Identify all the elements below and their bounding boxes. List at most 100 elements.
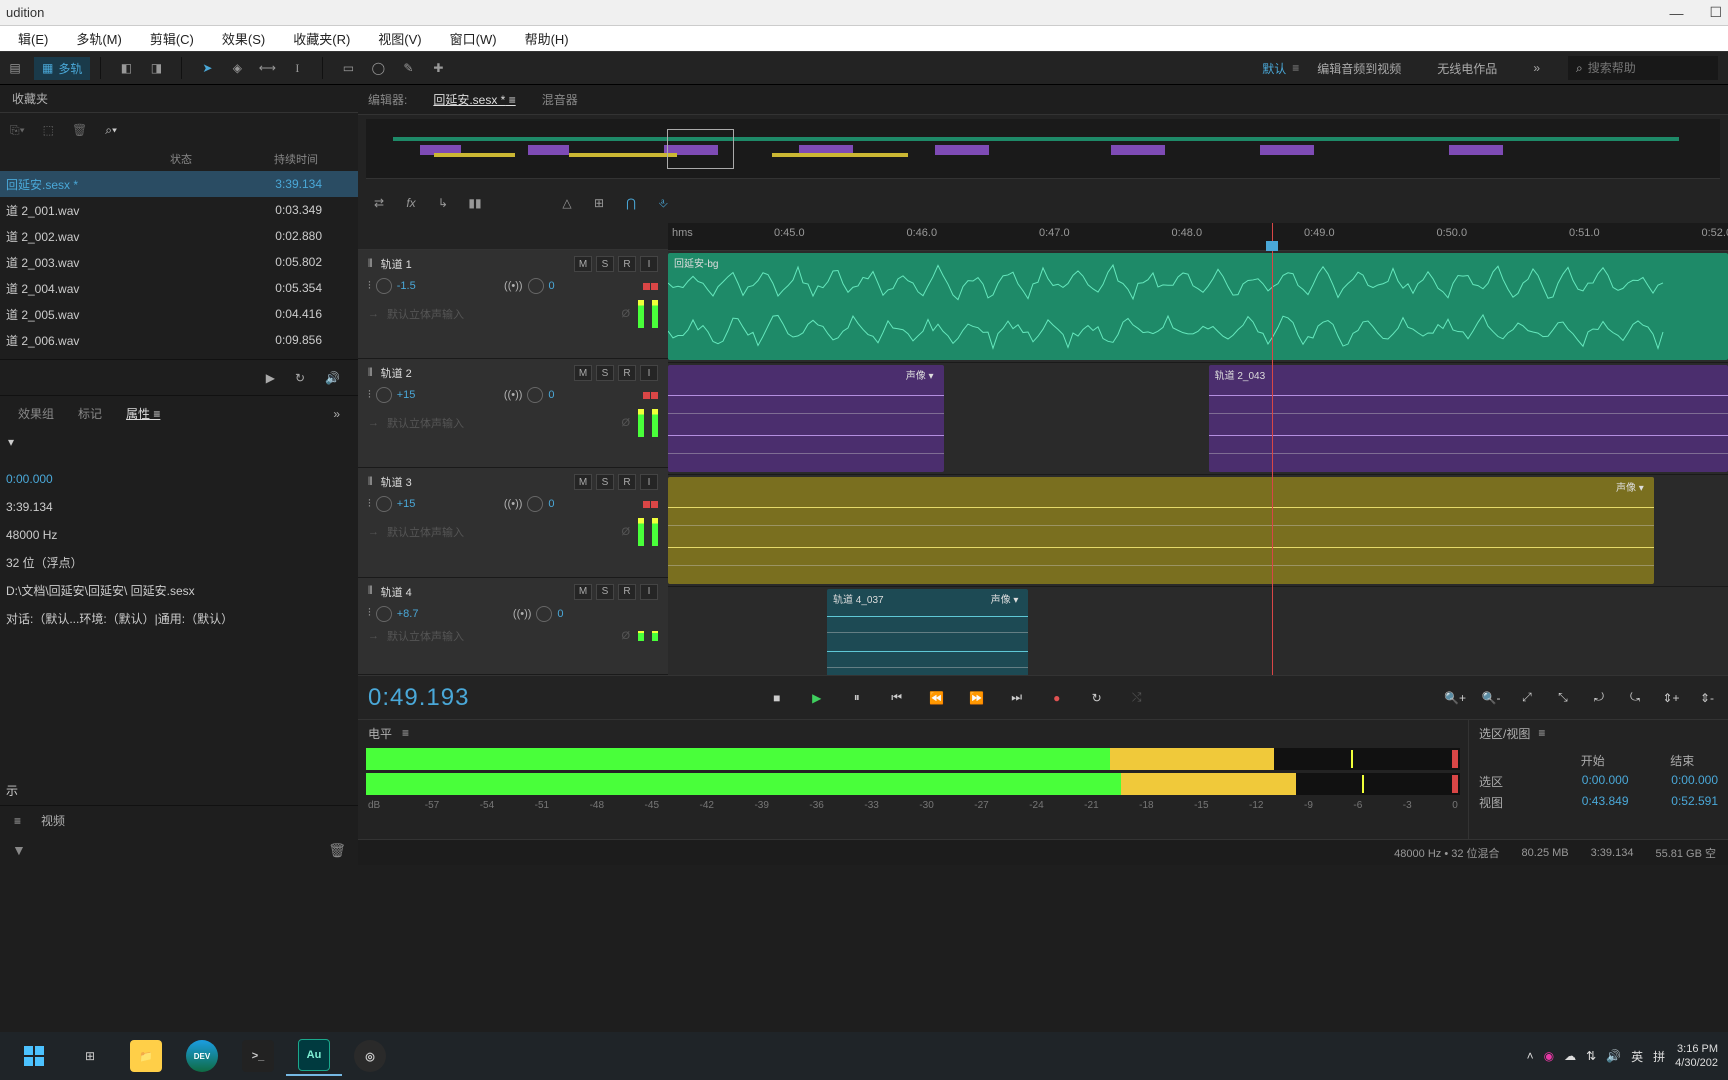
monitor-button[interactable]: I <box>640 474 658 490</box>
hamburger-icon[interactable]: ≡ <box>14 814 21 828</box>
loop-playback-icon[interactable]: ⇄ <box>368 192 390 214</box>
mixer-tab[interactable]: 混音器 <box>542 91 578 108</box>
mute-button[interactable]: M <box>574 584 592 600</box>
monitor-button[interactable]: I <box>640 256 658 272</box>
workspace-more[interactable]: » <box>1533 61 1540 75</box>
audio-clip[interactable]: 轨道 2_043 <box>1209 365 1728 472</box>
zoom-vert-out-icon[interactable]: ⇕- <box>1696 687 1718 709</box>
playhead-return-icon[interactable]: ⎀ <box>652 192 674 214</box>
audio-clip[interactable]: 声像 ▾ <box>668 477 1654 584</box>
open-recent-icon[interactable]: ⎘▾ <box>10 123 25 138</box>
audio-clip[interactable]: 声像 ▾ <box>668 365 944 472</box>
track-header-2[interactable]: ⫴轨道 2 M S R I ⫶+15 ((•))0 →默认立体声输入Ø <box>358 359 668 468</box>
filter-search-icon[interactable]: ⌕▾ <box>105 123 117 138</box>
arm-record-button[interactable]: R <box>618 474 636 490</box>
arm-record-button[interactable]: R <box>618 584 636 600</box>
menu-视图(V)[interactable]: 视图(V) <box>364 29 435 48</box>
mute-button[interactable]: M <box>574 365 592 381</box>
zoom-out-icon[interactable]: 🔍- <box>1480 687 1502 709</box>
record-button[interactable]: ● <box>1046 687 1068 709</box>
slip-tool[interactable]: ⟷ <box>252 55 282 81</box>
solo-button[interactable]: S <box>596 584 614 600</box>
minimize-button[interactable]: — <box>1669 5 1683 21</box>
track-header-4[interactable]: ⫴轨道 4 M S R I ⫶+8.7 ((•))0 →默认立体声输入Ø <box>358 578 668 675</box>
workspace-default[interactable]: 默认 <box>1262 60 1286 77</box>
file-row[interactable]: 道 2_006.wav0:09.856 <box>0 327 358 353</box>
tray-chevron-icon[interactable]: ˄ <box>1527 1049 1534 1063</box>
file-row[interactable]: 回延安.sesx *3:39.134 <box>0 171 358 197</box>
waveform-view-button[interactable]: ▤ <box>0 55 30 81</box>
loop-button[interactable]: ↻ <box>1086 687 1108 709</box>
track-header-3[interactable]: ⫴轨道 3 M S R I ⫶+15 ((•))0 →默认立体声输入Ø <box>358 468 668 577</box>
file-row[interactable]: 道 2_001.wav0:03.349 <box>0 197 358 223</box>
brush-tool[interactable]: ✎ <box>393 55 423 81</box>
dropdown-icon[interactable]: ▼ <box>12 842 26 858</box>
track-lane-3[interactable]: 声像 ▾ <box>668 475 1728 587</box>
audio-clip[interactable]: 轨道 4_037声像 ▾ <box>827 589 1028 675</box>
start-button[interactable] <box>6 1036 62 1076</box>
menu-效果(S)[interactable]: 效果(S) <box>208 29 279 48</box>
workspace-item-1[interactable]: 编辑音频到视频 <box>1317 60 1401 77</box>
preview-autoplay-icon[interactable]: 🔊 <box>325 371 340 385</box>
menu-辑(E)[interactable]: 辑(E) <box>4 29 62 48</box>
zoom-in-icon[interactable]: 🔍+ <box>1444 687 1466 709</box>
levels-menu-icon[interactable]: ≡ <box>402 726 409 740</box>
track-header-1[interactable]: ⫴轨道 1 M S R I ⫶-1.5 ((•))0 →默认立体声输入Ø <box>358 250 668 359</box>
go-to-start-button[interactable]: ⏮ <box>886 687 908 709</box>
taskbar-explorer[interactable]: 📁 <box>118 1036 174 1076</box>
tray-ime-lang[interactable]: 英 <box>1631 1048 1643 1065</box>
send-icon[interactable]: ↳ <box>432 192 454 214</box>
tray-volume-icon[interactable]: 🔊 <box>1606 1049 1621 1063</box>
spectral-toggle-icon[interactable]: ◨ <box>141 55 171 81</box>
razor-tool[interactable]: ◈ <box>222 55 252 81</box>
arm-record-button[interactable]: R <box>618 365 636 381</box>
time-ruler[interactable]: hms 0:45.00:46.00:47.00:48.00:49.00:50.0… <box>668 223 1728 251</box>
tray-wifi-icon[interactable]: ⇅ <box>1586 1049 1596 1063</box>
trash-icon[interactable]: 🗑 <box>328 842 346 859</box>
track-lane-4[interactable]: 轨道 4_037声像 ▾ <box>668 587 1728 675</box>
file-row[interactable]: 道 2_003.wav0:05.802 <box>0 249 358 275</box>
zoom-selection-icon[interactable]: ⤡ <box>1552 687 1574 709</box>
selection-menu-icon[interactable]: ≡ <box>1538 726 1545 740</box>
active-session-tab[interactable]: 回延安.sesx * ≡ <box>433 91 515 108</box>
zoom-vert-in-icon[interactable]: ⇕+ <box>1660 687 1682 709</box>
menu-剪辑(C)[interactable]: 剪辑(C) <box>136 29 208 48</box>
file-row[interactable]: 道 2_002.wav0:02.880 <box>0 223 358 249</box>
tray-clock[interactable]: 3:16 PM4/30/202 <box>1675 1042 1718 1070</box>
solo-button[interactable]: S <box>596 256 614 272</box>
move-tool[interactable]: ➤ <box>192 55 222 81</box>
import-icon[interactable]: ⬚ <box>43 123 54 137</box>
taskbar-edge[interactable]: DEV <box>174 1036 230 1076</box>
fx-tab-2[interactable]: 属性 ≡ <box>126 405 160 422</box>
timecode-display[interactable]: 0:49.193 <box>368 684 469 712</box>
fx-tab-0[interactable]: 效果组 <box>18 405 54 422</box>
search-input[interactable] <box>1588 61 1688 75</box>
lasso-tool[interactable]: ◯ <box>363 55 393 81</box>
file-row[interactable]: 道 2_005.wav0:04.416 <box>0 301 358 327</box>
heal-tool[interactable]: ✚ <box>423 55 453 81</box>
metronome-icon[interactable]: △ <box>556 192 578 214</box>
navigator-overview[interactable] <box>366 119 1720 179</box>
eq-icon[interactable]: ▮▮ <box>464 192 486 214</box>
fx-icon[interactable]: fx <box>400 192 422 214</box>
monitor-button[interactable]: I <box>640 365 658 381</box>
workspace-item-2[interactable]: 无线电作品 <box>1437 60 1497 77</box>
tray-onedrive-icon[interactable]: ☁ <box>1564 1049 1576 1063</box>
video-tab[interactable]: 视频 <box>41 812 65 829</box>
help-search[interactable]: ⌕ <box>1568 56 1718 80</box>
monitor-button[interactable]: I <box>640 584 658 600</box>
solo-button[interactable]: S <box>596 474 614 490</box>
track-lane-2[interactable]: 声像 ▾ 轨道 2_043 <box>668 363 1728 475</box>
multitrack-view-button[interactable]: ▦多轨 <box>34 57 90 80</box>
skip-selection-icon[interactable]: ⤭ <box>1126 687 1148 709</box>
taskbar-obs[interactable]: ◎ <box>342 1036 398 1076</box>
audio-clip[interactable]: 回延安-bg <box>668 253 1728 360</box>
magnet-icon[interactable]: ⋂ <box>620 192 642 214</box>
solo-button[interactable]: S <box>596 365 614 381</box>
menu-帮助(H)[interactable]: 帮助(H) <box>511 29 583 48</box>
hud-toggle-icon[interactable]: ◧ <box>111 55 141 81</box>
forward-button[interactable]: ⏩ <box>966 687 988 709</box>
preview-play-icon[interactable]: ▶ <box>266 371 275 385</box>
zoom-full-icon[interactable]: ⤢ <box>1516 687 1538 709</box>
snap-icon[interactable]: ⊞ <box>588 192 610 214</box>
